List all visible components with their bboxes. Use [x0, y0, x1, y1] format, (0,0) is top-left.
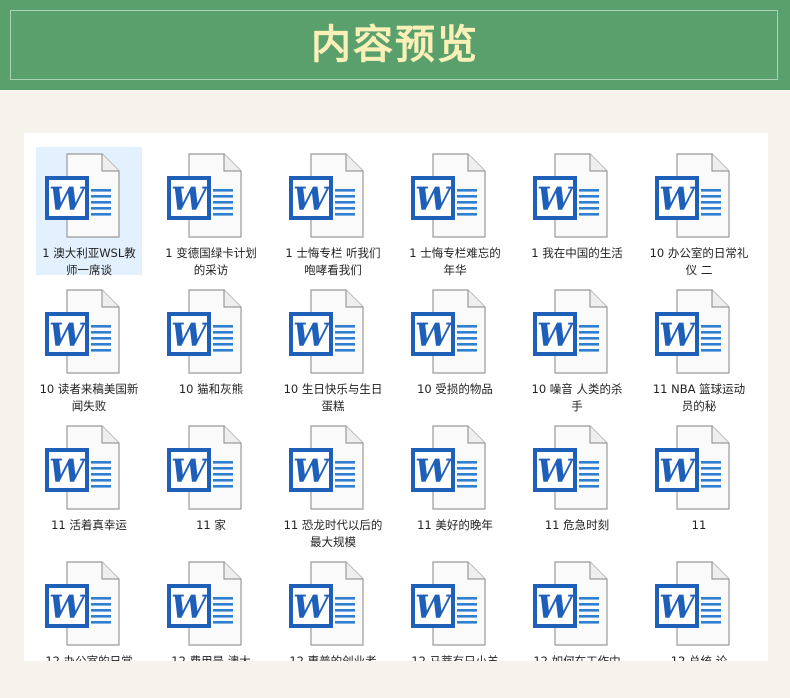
file-item[interactable]: 12 总统 论: [646, 555, 752, 661]
word-document-icon: [411, 425, 487, 511]
word-document-icon: [533, 153, 609, 239]
file-item[interactable]: 11 恐龙时代以后的最大规模: [280, 419, 386, 549]
file-name: 11 恐龙时代以后的最大规模: [283, 518, 383, 549]
file-item[interactable]: 10 生日快乐与生日蛋糕: [280, 283, 386, 413]
file-item[interactable]: 12 惠普的创业者: [280, 555, 386, 661]
file-name: 1 士悔专栏 听我们咆哮看我们: [285, 246, 381, 277]
file-name: 11 家: [196, 518, 226, 532]
file-name: 12 马蒂有只小羊: [411, 654, 499, 661]
file-item[interactable]: 11: [646, 419, 752, 547]
file-item[interactable]: 12 如何在工作中: [524, 555, 630, 661]
file-item[interactable]: 1 澳大利亚WSL教师一席谈: [36, 147, 142, 277]
file-item[interactable]: 11 危急时刻: [524, 419, 630, 547]
file-item[interactable]: 1 士悔专栏 听我们咆哮看我们: [280, 147, 386, 277]
file-item[interactable]: 10 猫和灰熊: [158, 283, 264, 411]
file-item[interactable]: 10 噪音 人类的杀手: [524, 283, 630, 413]
file-name: 1 变德国绿卡计划的采访: [165, 246, 257, 277]
file-item[interactable]: 1 士悔专栏难忘的年华: [402, 147, 508, 277]
file-item[interactable]: 11 NBA 篮球运动员的秘: [646, 283, 752, 413]
word-document-icon: [289, 561, 365, 647]
word-document-icon: [167, 425, 243, 511]
file-name: 12 惠普的创业者: [289, 654, 377, 661]
word-document-icon: [45, 289, 121, 375]
word-document-icon: [289, 289, 365, 375]
file-name: 12 如何在工作中: [533, 654, 621, 661]
file-name: 11 活着真幸运: [51, 518, 127, 532]
file-item[interactable]: 10 办公室的日常礼仪 二: [646, 147, 752, 277]
file-name: 1 士悔专栏难忘的年华: [409, 246, 501, 277]
file-name: 12 办公室的日常: [45, 654, 133, 661]
file-name: 10 生日快乐与生日蛋糕: [283, 382, 383, 413]
file-browser-panel: 1 澳大利亚WSL教师一席谈 1 变德国绿卡计划的采访 1 士悔专栏 听我们咆哮看我…: [24, 133, 768, 661]
file-item[interactable]: 1 变德国绿卡计划的采访: [158, 147, 264, 277]
word-document-icon: [167, 289, 243, 375]
file-name: 10 办公室的日常礼仪 二: [649, 246, 749, 277]
word-document-icon: [655, 289, 731, 375]
file-name: 10 噪音 人类的杀手: [531, 382, 623, 413]
file-name: 10 受损的物品: [417, 382, 493, 396]
file-item[interactable]: 10 受损的物品: [402, 283, 508, 411]
page-title: 内容预览: [311, 21, 479, 68]
file-name: 11: [691, 518, 707, 532]
file-name: 12 费用是 澳大: [171, 654, 251, 661]
word-document-icon: [655, 153, 731, 239]
file-name: 11 美好的晚年: [417, 518, 493, 532]
file-item[interactable]: 11 美好的晚年: [402, 419, 508, 547]
file-name: 12 总统 论: [670, 654, 728, 661]
word-document-icon: [167, 561, 243, 647]
file-item[interactable]: 10 读者来稿美国新闻失败: [36, 283, 142, 413]
word-document-icon: [533, 561, 609, 647]
word-document-icon: [289, 425, 365, 511]
file-name: 1 澳大利亚WSL教师一席谈: [42, 246, 136, 277]
file-name: 10 读者来稿美国新闻失败: [39, 382, 139, 413]
word-document-icon: [655, 425, 731, 511]
file-item[interactable]: 12 马蒂有只小羊: [402, 555, 508, 661]
word-document-icon: [45, 425, 121, 511]
word-document-icon: [533, 289, 609, 375]
word-document-icon: [45, 561, 121, 647]
word-document-icon: [655, 561, 731, 647]
word-document-icon: [411, 153, 487, 239]
file-item[interactable]: 12 费用是 澳大: [158, 555, 264, 661]
word-document-icon: [411, 561, 487, 647]
file-item[interactable]: 1 我在中国的生活: [524, 147, 630, 275]
word-document-icon: [533, 425, 609, 511]
file-name: 1 我在中国的生活: [531, 246, 623, 260]
file-grid: 1 澳大利亚WSL教师一席谈 1 变德国绿卡计划的采访 1 士悔专栏 听我们咆哮看我…: [36, 147, 752, 661]
word-document-icon: [411, 289, 487, 375]
word-document-icon: [45, 153, 121, 239]
file-item[interactable]: 11 活着真幸运: [36, 419, 142, 547]
file-name: 11 危急时刻: [544, 518, 610, 532]
file-name: 10 猫和灰熊: [178, 382, 244, 396]
word-document-icon: [167, 153, 243, 239]
word-document-icon: [289, 153, 365, 239]
file-name: 11 NBA 篮球运动员的秘: [652, 382, 746, 413]
file-item[interactable]: 11 家: [158, 419, 264, 547]
file-item[interactable]: 12 办公室的日常: [36, 555, 142, 661]
